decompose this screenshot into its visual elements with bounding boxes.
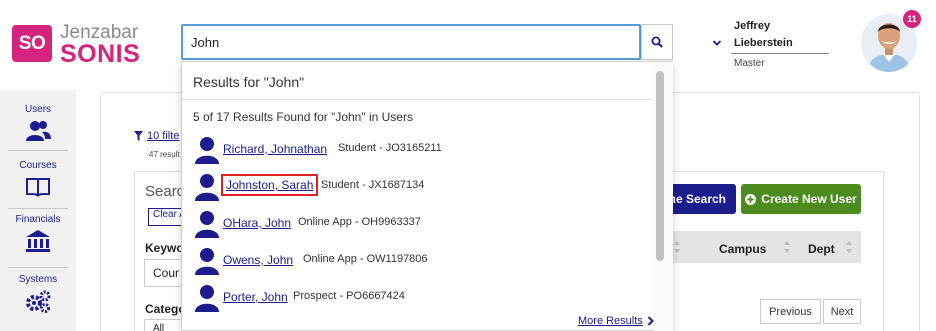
column-header-dept[interactable]: Dept (808, 242, 835, 256)
result-detail: Prospect - PO6667424 (293, 290, 405, 302)
dropdown-scrollbar-thumb[interactable] (656, 71, 664, 261)
search-icon (651, 36, 663, 48)
sidebar: Users Courses Financials Systems (0, 90, 76, 331)
logo-mark[interactable]: SO (12, 25, 52, 62)
result-name-link[interactable]: Porter, John (223, 290, 288, 304)
result-name-link[interactable]: OHara, John (223, 216, 291, 230)
chevron-down-icon[interactable] (712, 38, 722, 48)
user-last-name[interactable]: Lieberstein (734, 37, 793, 49)
search-results-dropdown: Results for "John" 5 of 17 Results Found… (181, 61, 673, 331)
sidebar-item-users[interactable]: Users (0, 98, 76, 153)
result-row: Johnston, Sarah Student - JX1687134 (194, 171, 644, 201)
bank-icon (26, 230, 50, 252)
result-detail: Student - JX1687134 (321, 179, 425, 191)
result-row: Porter, John Prospect - PO6667424 (194, 282, 644, 312)
person-icon (195, 137, 219, 164)
sidebar-item-label: Courses (19, 160, 57, 171)
sidebar-divider (8, 150, 68, 151)
sidebar-item-systems[interactable]: Systems (0, 268, 76, 323)
category-label: Catego (145, 302, 186, 316)
chevron-right-icon (647, 316, 654, 326)
sort-icon[interactable] (673, 240, 681, 254)
result-name-link[interactable]: Owens, John (223, 253, 293, 267)
more-results-link[interactable]: More Results (578, 315, 654, 327)
result-detail: Student - JO3165211 (338, 142, 442, 154)
keyword-label: Keywo (145, 241, 184, 255)
sort-icon[interactable] (845, 240, 853, 254)
filter-icon (134, 131, 143, 141)
result-name-link-highlighted[interactable]: Johnston, Sarah (221, 174, 319, 196)
user-role: Master (734, 58, 765, 69)
create-new-user-label: Create New User (761, 192, 857, 206)
sidebar-item-courses[interactable]: Courses (0, 154, 76, 209)
result-row: Owens, John Online App - OW1197806 (194, 245, 644, 275)
dropdown-result-count: 5 of 17 Results Found for "John" in User… (193, 110, 413, 124)
result-name-link[interactable]: Richard, Johnathan (223, 142, 327, 156)
logo-name-bottom: SONIS (60, 40, 141, 68)
notification-badge[interactable]: 11 (903, 10, 921, 28)
sidebar-item-label: Systems (18, 274, 58, 285)
users-icon (26, 121, 51, 141)
user-first-name[interactable]: Jeffrey (734, 20, 770, 32)
filters-link-label: 10 filte (147, 130, 180, 142)
gears-icon (26, 290, 51, 313)
search-button[interactable] (641, 24, 673, 60)
next-page-button[interactable]: Next (823, 299, 861, 324)
previous-page-button[interactable]: Previous (760, 299, 821, 324)
person-icon (195, 285, 219, 312)
sort-icon[interactable] (783, 240, 791, 254)
sidebar-item-financials[interactable]: Financials (0, 208, 76, 263)
dropdown-title: Results for "John" (193, 74, 305, 90)
plus-circle-icon (745, 193, 757, 205)
filters-link[interactable]: 10 filte (134, 130, 179, 142)
person-icon (195, 211, 219, 238)
column-header-campus[interactable]: Campus (719, 242, 766, 256)
book-icon (26, 178, 50, 197)
result-count: 47 result (149, 150, 180, 159)
global-search-input[interactable] (181, 24, 641, 60)
result-detail: Online App - OH9963337 (298, 216, 421, 228)
create-new-user-button[interactable]: Create New User (741, 184, 861, 214)
sidebar-item-label: Financials (15, 214, 61, 225)
result-row: Richard, Johnathan Student - JO3165211 (194, 134, 644, 164)
person-icon (195, 248, 219, 275)
result-detail: Online App - OW1197806 (303, 253, 428, 265)
result-row: OHara, John Online App - OH9963337 (194, 208, 644, 238)
more-results-label: More Results (578, 315, 643, 327)
search-heading: Searc (145, 183, 185, 200)
dropdown-divider (182, 99, 652, 100)
user-divider (731, 53, 829, 54)
sidebar-item-label: Users (24, 104, 52, 115)
person-icon (195, 174, 219, 201)
